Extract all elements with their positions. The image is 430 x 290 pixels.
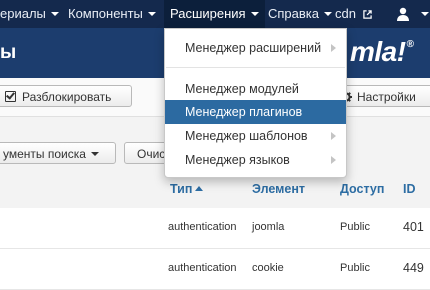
chevron-right-icon [331,132,336,140]
external-link-icon [362,10,372,19]
extensions-dropdown-menu: Менеджер расширений Менеджер модулей Мен… [164,28,347,178]
checkbox-icon [5,91,16,102]
menu-item-label: Менеджер плагинов [185,105,303,119]
nav-item-components-label: Компоненты [68,6,143,21]
column-header-access[interactable]: Доступ [340,182,384,196]
search-tools-label: ументы поиска [3,147,86,161]
menu-item-language-manager[interactable]: Менеджер языков [165,148,346,172]
site-link[interactable]: cdn [335,0,372,28]
nav-item-extensions[interactable]: Расширения [164,0,265,28]
top-navbar: ериалы Компоненты Расширения Справка cdn [0,0,430,28]
column-header-type-label: Тип [170,182,193,196]
nav-item-extensions-label: Расширения [170,6,246,21]
menu-item-plugin-manager[interactable]: Менеджер плагинов [165,100,346,124]
cell-type: authentication [168,221,237,233]
cell-access: Public [340,221,370,233]
chevron-down-icon [50,12,59,16]
menu-item-label: Менеджер языков [185,153,290,167]
menu-item-module-manager[interactable]: Менеджер модулей [165,77,346,101]
site-link-label: cdn [335,6,356,21]
cell-id: 401 [403,220,424,234]
chevron-right-icon [331,44,336,52]
clear-button-label: Очис [137,147,166,161]
cell-id: 449 [403,261,424,275]
chevron-down-icon [250,12,259,16]
table-header: Тип Элемент Доступ ID [0,178,430,210]
cell-element: joomla [252,221,285,233]
sort-ascending-icon [195,186,204,191]
nav-item-help[interactable]: Справка [268,0,332,28]
nav-item-components[interactable]: Компоненты [68,0,156,28]
menu-divider [166,67,345,68]
nav-item-content[interactable]: ериалы [0,0,59,28]
cell-type: authentication [168,262,237,274]
settings-button[interactable]: Настройки [335,85,430,107]
nav-item-content-label: ериалы [0,6,46,21]
menu-item-label: Менеджер модулей [185,82,299,96]
menu-item-label: Менеджер шаблонов [185,129,308,143]
menu-item-extension-manager[interactable]: Менеджер расширений [165,36,346,60]
column-header-element[interactable]: Элемент [252,182,305,196]
cell-element: cookie [252,262,284,274]
user-icon[interactable] [397,7,409,21]
chevron-down-icon [90,152,99,156]
table-row[interactable]: authentication joomla Public 401 [0,208,430,249]
unlock-button[interactable]: Разблокировать [0,85,132,107]
user-menu-chevron-icon[interactable] [421,12,429,16]
menu-item-label: Менеджер расширений [185,41,322,55]
chevron-right-icon [331,156,336,164]
logo-text: mla! [350,36,406,67]
search-tools-button[interactable]: ументы поиска [0,142,116,164]
joomla-logo: mla!® [350,36,414,68]
page-title: ы [0,42,17,63]
menu-item-template-manager[interactable]: Менеджер шаблонов [165,124,346,148]
logo-registered-mark: ® [406,39,414,50]
column-header-type[interactable]: Тип [170,182,204,196]
nav-item-help-label: Справка [268,6,319,21]
cell-access: Public [340,262,370,274]
chevron-down-icon [324,12,332,16]
table-row[interactable]: authentication cookie Public 449 [0,249,430,290]
chevron-down-icon [147,12,156,16]
settings-button-label: Настройки [357,90,416,104]
column-header-id[interactable]: ID [403,182,416,196]
unlock-button-label: Разблокировать [22,90,112,104]
